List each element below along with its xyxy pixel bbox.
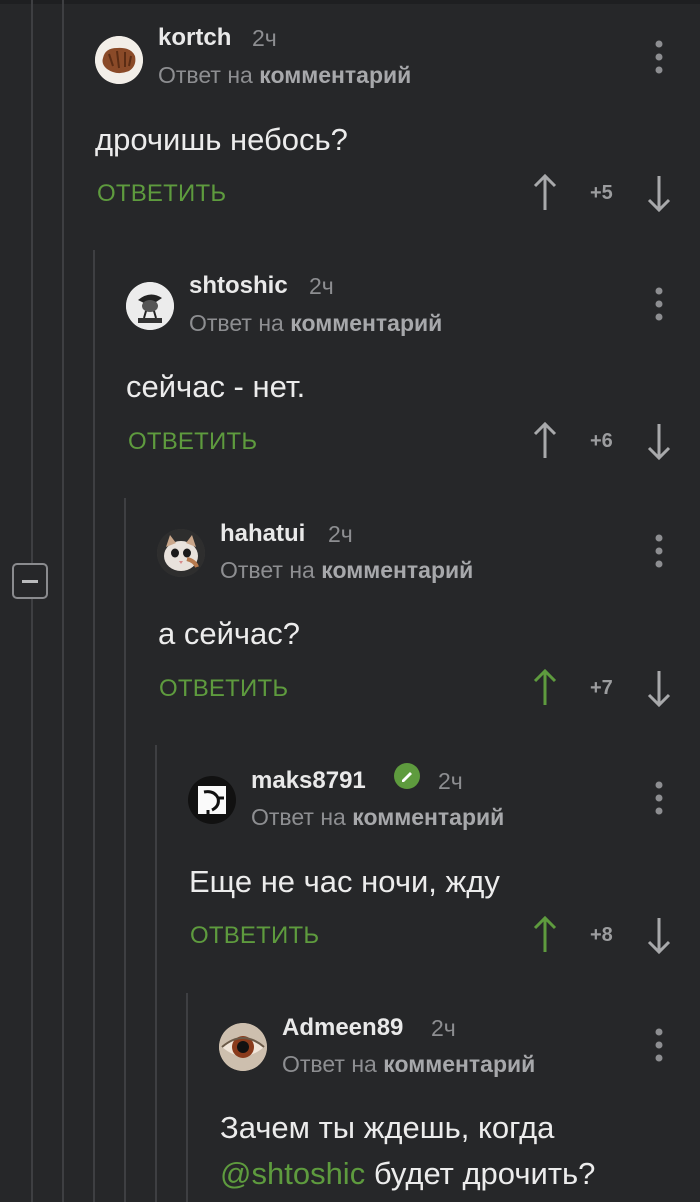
thread-line: [155, 745, 157, 1202]
comment-author[interactable]: hahatui: [220, 520, 305, 548]
reply-button[interactable]: ОТВЕТИТЬ: [128, 428, 257, 456]
comment-author[interactable]: shtoshic: [189, 272, 288, 300]
more-vertical-icon[interactable]: [654, 1028, 664, 1062]
avatar[interactable]: [95, 36, 143, 84]
arrow-up-icon[interactable]: [532, 915, 558, 955]
arrow-up-icon[interactable]: [532, 173, 558, 213]
reply-button[interactable]: ОТВЕТИТЬ: [159, 675, 288, 703]
reply-to-target[interactable]: комментарий: [352, 804, 504, 830]
reply-to-prefix: Ответ на: [158, 62, 253, 88]
comment-text: а сейчас?: [158, 616, 301, 651]
comment-text-line: Зачем ты ждешь, когда: [220, 1110, 555, 1145]
reply-to-link[interactable]: Ответ на комментарий: [282, 1051, 535, 1078]
comment-author[interactable]: kortch: [158, 24, 231, 52]
reply-to-link[interactable]: Ответ на комментарий: [251, 804, 504, 831]
reply-to-prefix: Ответ на: [251, 804, 346, 830]
avatar[interactable]: [188, 776, 236, 824]
arrow-down-icon[interactable]: [646, 173, 672, 213]
arrow-down-icon[interactable]: [646, 421, 672, 461]
thread-line: [31, 0, 33, 563]
rating: +6: [590, 430, 613, 452]
thread-line: [62, 0, 64, 1202]
avatar[interactable]: [126, 282, 174, 330]
collapse-thread-button[interactable]: [12, 563, 48, 599]
more-vertical-icon[interactable]: [654, 781, 664, 815]
more-vertical-icon[interactable]: [654, 287, 664, 321]
more-vertical-icon[interactable]: [654, 534, 664, 568]
reply-to-target[interactable]: комментарий: [383, 1051, 535, 1077]
comment-author[interactable]: maks8791: [251, 767, 366, 795]
reply-to-prefix: Ответ на: [220, 557, 315, 583]
verified-icon: [394, 763, 420, 789]
top-bar: [0, 0, 700, 4]
thread-line: [124, 498, 126, 1202]
reply-to-prefix: Ответ на: [282, 1051, 377, 1077]
arrow-up-icon[interactable]: [532, 421, 558, 461]
reply-button[interactable]: ОТВЕТИТЬ: [190, 922, 319, 950]
comment-author[interactable]: Admeen89: [282, 1014, 403, 1042]
arrow-down-icon[interactable]: [646, 668, 672, 708]
reply-to-target[interactable]: комментарий: [321, 557, 473, 583]
arrow-up-icon[interactable]: [532, 668, 558, 708]
comment-text: Еще не час ночи, жду: [189, 864, 500, 899]
rating: +8: [590, 924, 613, 946]
comment-text-rest: будет дрочить?: [365, 1156, 596, 1191]
reply-to-link[interactable]: Ответ на комментарий: [158, 62, 411, 89]
avatar[interactable]: [219, 1023, 267, 1071]
comment-time: 2ч: [309, 273, 334, 299]
thread-line: [93, 250, 95, 1202]
reply-to-link[interactable]: Ответ на комментарий: [189, 310, 442, 337]
user-mention-link[interactable]: @shtoshic: [220, 1156, 365, 1191]
comment-time: 2ч: [252, 25, 277, 51]
comment-time: 2ч: [431, 1015, 456, 1041]
comment-text: дрочишь небось?: [95, 122, 348, 157]
reply-to-target[interactable]: комментарий: [259, 62, 411, 88]
reply-to-target[interactable]: комментарий: [290, 310, 442, 336]
comment-time: 2ч: [438, 768, 463, 794]
more-vertical-icon[interactable]: [654, 40, 664, 74]
thread-line: [31, 599, 33, 1202]
reply-button[interactable]: ОТВЕТИТЬ: [97, 180, 226, 208]
rating: +7: [590, 677, 613, 699]
comment-text-line: @shtoshic будет дрочить?: [220, 1152, 595, 1196]
rating: +5: [590, 182, 613, 204]
reply-to-link[interactable]: Ответ на комментарий: [220, 557, 473, 584]
avatar[interactable]: [157, 529, 205, 577]
reply-to-prefix: Ответ на: [189, 310, 284, 336]
arrow-down-icon[interactable]: [646, 915, 672, 955]
comment-text: сейчас - нет.: [126, 369, 306, 404]
comment-time: 2ч: [328, 521, 353, 547]
thread-line: [186, 993, 188, 1202]
